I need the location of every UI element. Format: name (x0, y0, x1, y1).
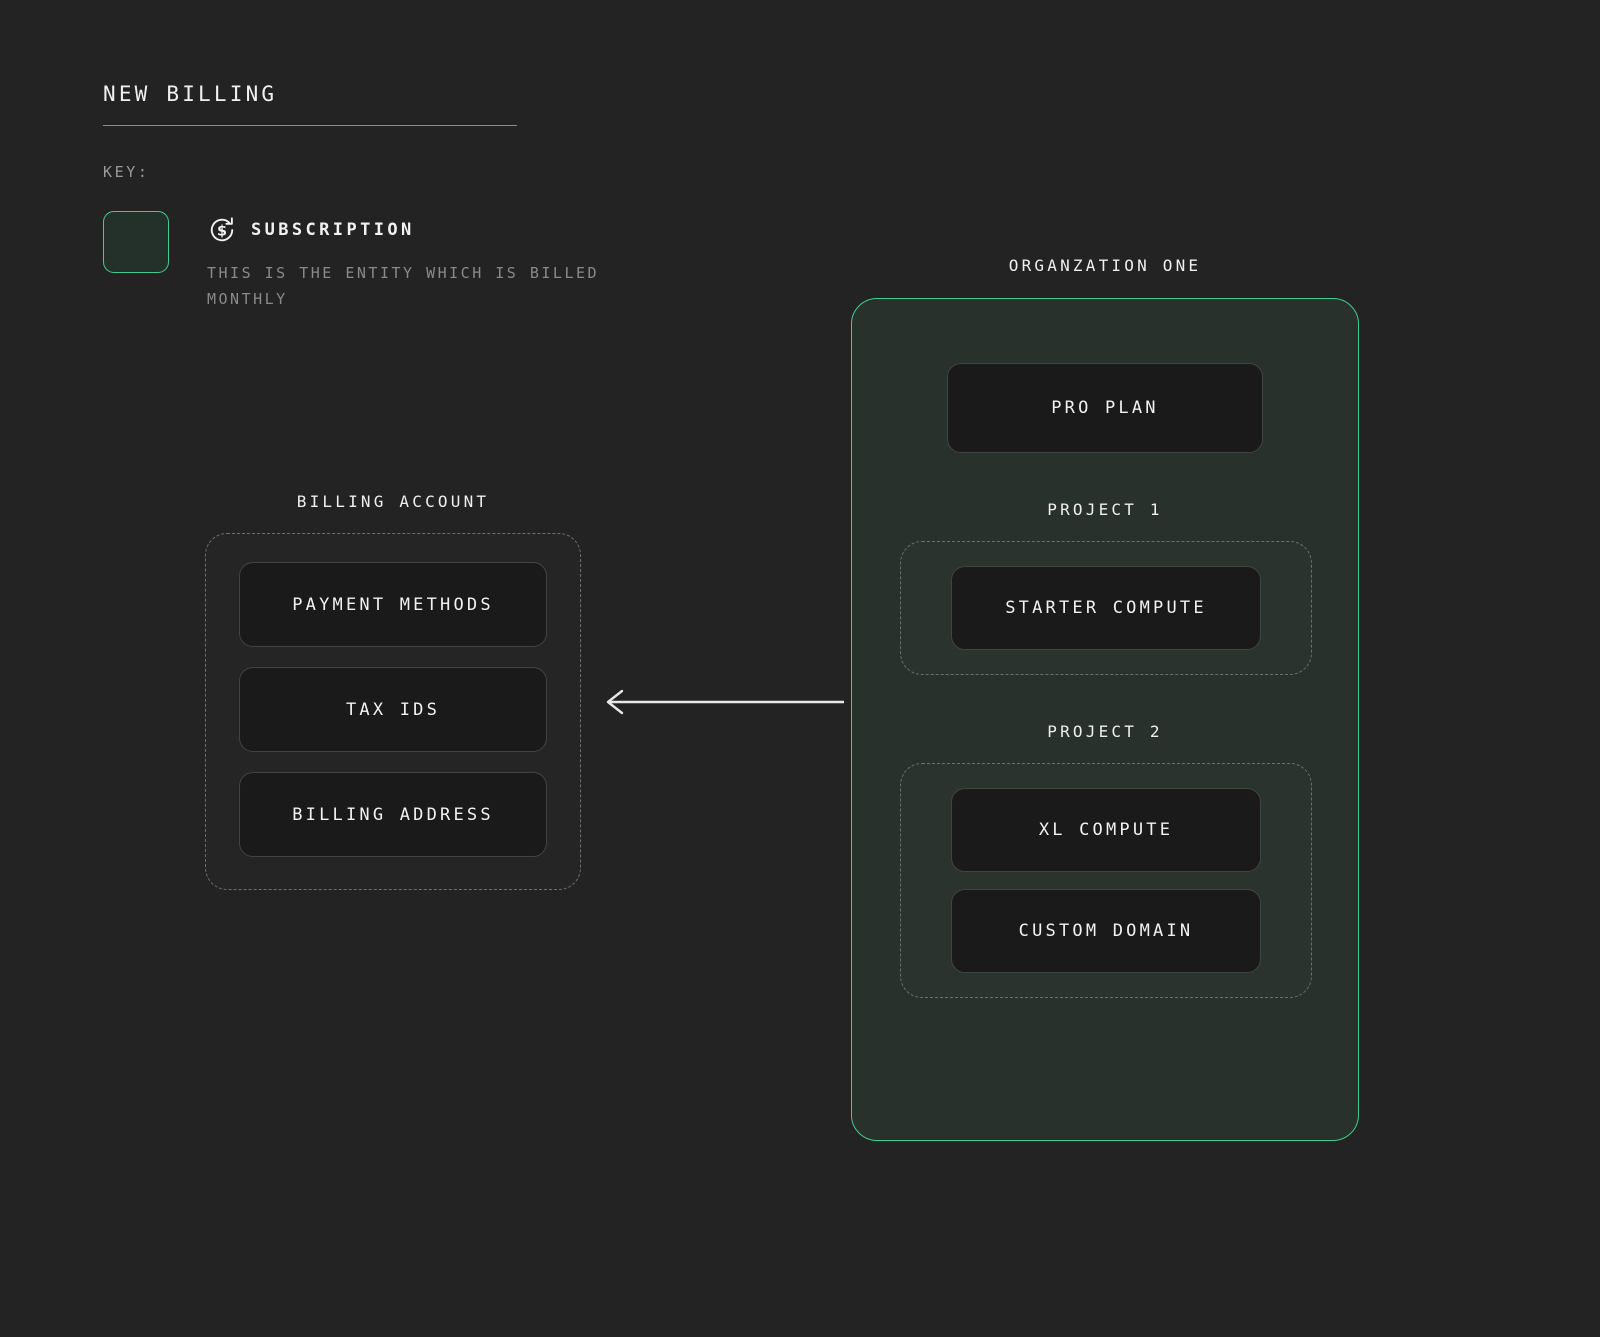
billing-account-label: BILLING ACCOUNT (205, 492, 581, 511)
project-2-label: PROJECT 2 (900, 722, 1310, 741)
key-label: KEY: (103, 163, 607, 181)
project-1-item-starter-compute[interactable]: STARTER COMPUTE (951, 566, 1261, 650)
key-legend: KEY: $ SUBSCRIPTION THIS IS THE ENTITY W… (103, 163, 607, 312)
key-entry-title: SUBSCRIPTION (251, 220, 415, 240)
project-block-1: PROJECT 1 STARTER COMPUTE (900, 500, 1310, 675)
organization-group: ORGANZATION ONE PRO PLAN PROJECT 1 START… (851, 256, 1359, 1141)
page-title: NEW BILLING (103, 82, 517, 106)
page-header: NEW BILLING (103, 82, 517, 126)
key-entry-description: THIS IS THE ENTITY WHICH IS BILLED MONTH… (207, 260, 607, 312)
key-title-row: $ SUBSCRIPTION (207, 215, 607, 245)
project-1-container: STARTER COMPUTE (900, 541, 1312, 675)
billing-item-tax-ids[interactable]: TAX IDS (239, 667, 547, 752)
svg-text:$: $ (217, 224, 227, 240)
key-entry-text: $ SUBSCRIPTION THIS IS THE ENTITY WHICH … (207, 211, 607, 312)
project-1-label: PROJECT 1 (900, 500, 1310, 519)
billing-item-payment-methods[interactable]: PAYMENT METHODS (239, 562, 547, 647)
organization-panel: PRO PLAN PROJECT 1 STARTER COMPUTE PROJE… (851, 298, 1359, 1141)
subscription-recurring-dollar-icon: $ (207, 215, 237, 245)
project-2-container: XL COMPUTE CUSTOM DOMAIN (900, 763, 1312, 998)
project-2-item-xl-compute[interactable]: XL COMPUTE (951, 788, 1261, 872)
key-color-swatch (103, 211, 169, 273)
org-to-billing-arrow (600, 684, 844, 720)
billing-account-group: BILLING ACCOUNT PAYMENT METHODS TAX IDS … (205, 492, 581, 890)
organization-label: ORGANZATION ONE (851, 256, 1359, 275)
billing-account-container: PAYMENT METHODS TAX IDS BILLING ADDRESS (205, 533, 581, 890)
billing-item-billing-address[interactable]: BILLING ADDRESS (239, 772, 547, 857)
title-divider (103, 125, 517, 126)
project-block-2: PROJECT 2 XL COMPUTE CUSTOM DOMAIN (900, 722, 1310, 998)
key-entry-subscription: $ SUBSCRIPTION THIS IS THE ENTITY WHICH … (103, 211, 607, 312)
project-2-item-custom-domain[interactable]: CUSTOM DOMAIN (951, 889, 1261, 973)
plan-card-pro-plan[interactable]: PRO PLAN (947, 363, 1263, 453)
